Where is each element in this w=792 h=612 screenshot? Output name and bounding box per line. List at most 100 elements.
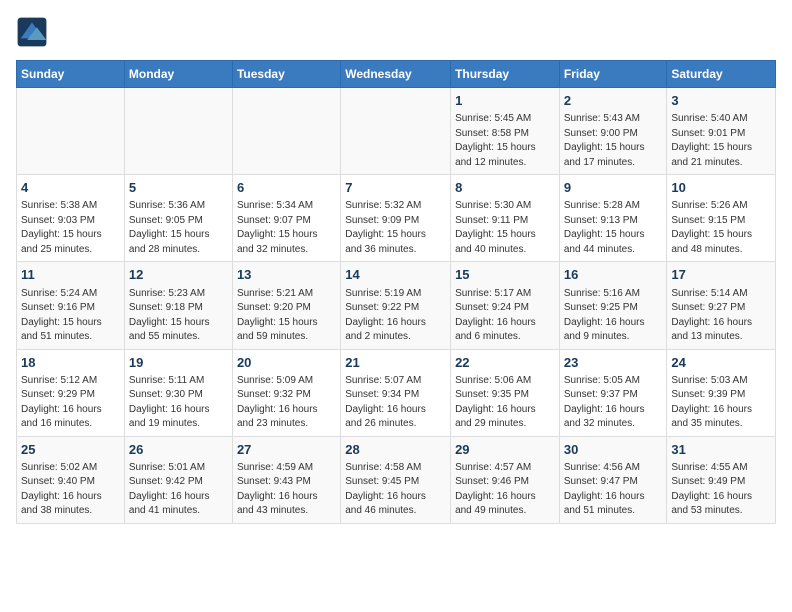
- calendar-cell: 4 Sunrise: 5:38 AM Sunset: 9:03 PM Daylig…: [17, 175, 125, 262]
- calendar-cell: 24 Sunrise: 5:03 AM Sunset: 9:39 PM Dayli…: [667, 349, 776, 436]
- day-number: 10: [671, 179, 771, 197]
- day-number: 17: [671, 266, 771, 284]
- day-number: 6: [237, 179, 336, 197]
- day-info: Sunrise: 4:56 AM Sunset: 9:47 PM Dayligh…: [564, 461, 663, 519]
- day-info: Sunrise: 5:14 AM Sunset: 9:27 PM Dayligh…: [671, 287, 771, 345]
- day-number: 2: [564, 92, 663, 110]
- day-number: 25: [21, 441, 120, 459]
- day-info: Sunrise: 5:45 AM Sunset: 8:58 PM Dayligh…: [455, 112, 555, 170]
- day-number: 4: [21, 179, 120, 197]
- calendar-cell: 20 Sunrise: 5:09 AM Sunset: 9:32 PM Dayli…: [232, 349, 340, 436]
- day-info: Sunrise: 5:30 AM Sunset: 9:11 PM Dayligh…: [455, 199, 555, 257]
- day-info: Sunrise: 5:38 AM Sunset: 9:03 PM Dayligh…: [21, 199, 120, 257]
- day-info: Sunrise: 5:28 AM Sunset: 9:13 PM Dayligh…: [564, 199, 663, 257]
- calendar-cell: 19 Sunrise: 5:11 AM Sunset: 9:30 PM Dayli…: [124, 349, 232, 436]
- day-number: 15: [455, 266, 555, 284]
- calendar-cell: 25 Sunrise: 5:02 AM Sunset: 9:40 PM Dayli…: [17, 436, 125, 523]
- calendar-cell: 31Sunrise: 4:55 AM Sunset: 9:49 PM Dayli…: [667, 436, 776, 523]
- day-info: Sunrise: 5:17 AM Sunset: 9:24 PM Dayligh…: [455, 287, 555, 345]
- calendar-cell: 17 Sunrise: 5:14 AM Sunset: 9:27 PM Dayli…: [667, 262, 776, 349]
- day-info: Sunrise: 5:36 AM Sunset: 9:05 PM Dayligh…: [129, 199, 228, 257]
- calendar-cell: 1Sunrise: 5:45 AM Sunset: 8:58 PM Daylig…: [451, 88, 560, 175]
- day-number: 12: [129, 266, 228, 284]
- day-info: Sunrise: 5:32 AM Sunset: 9:09 PM Dayligh…: [345, 199, 446, 257]
- day-info: Sunrise: 5:03 AM Sunset: 9:39 PM Dayligh…: [671, 374, 771, 432]
- day-info: Sunrise: 5:01 AM Sunset: 9:42 PM Dayligh…: [129, 461, 228, 519]
- day-info: Sunrise: 4:57 AM Sunset: 9:46 PM Dayligh…: [455, 461, 555, 519]
- calendar-cell: 6 Sunrise: 5:34 AM Sunset: 9:07 PM Daylig…: [232, 175, 340, 262]
- day-info: Sunrise: 5:09 AM Sunset: 9:32 PM Dayligh…: [237, 374, 336, 432]
- calendar-cell: 26 Sunrise: 5:01 AM Sunset: 9:42 PM Dayli…: [124, 436, 232, 523]
- calendar-cell: 29Sunrise: 4:57 AM Sunset: 9:46 PM Dayli…: [451, 436, 560, 523]
- calendar-cell: 30 Sunrise: 4:56 AM Sunset: 9:47 PM Dayli…: [559, 436, 667, 523]
- day-info: Sunrise: 5:16 AM Sunset: 9:25 PM Dayligh…: [564, 287, 663, 345]
- header-sunday: Sunday: [17, 61, 125, 88]
- day-number: 26: [129, 441, 228, 459]
- day-info: Sunrise: 5:07 AM Sunset: 9:34 PM Dayligh…: [345, 374, 446, 432]
- week-row-5: 25 Sunrise: 5:02 AM Sunset: 9:40 PM Dayli…: [17, 436, 776, 523]
- header-friday: Friday: [559, 61, 667, 88]
- day-info: Sunrise: 5:40 AM Sunset: 9:01 PM Dayligh…: [671, 112, 771, 170]
- week-row-1: 1Sunrise: 5:45 AM Sunset: 8:58 PM Daylig…: [17, 88, 776, 175]
- day-info: Sunrise: 5:02 AM Sunset: 9:40 PM Dayligh…: [21, 461, 120, 519]
- day-number: 9: [564, 179, 663, 197]
- week-row-4: 18Sunrise: 5:12 AM Sunset: 9:29 PM Dayli…: [17, 349, 776, 436]
- logo-icon: [16, 16, 48, 48]
- page-header: [16, 16, 776, 48]
- day-info: Sunrise: 5:34 AM Sunset: 9:07 PM Dayligh…: [237, 199, 336, 257]
- day-info: Sunrise: 5:05 AM Sunset: 9:37 PM Dayligh…: [564, 374, 663, 432]
- day-number: 23: [564, 354, 663, 372]
- calendar-cell: 13 Sunrise: 5:21 AM Sunset: 9:20 PM Dayli…: [232, 262, 340, 349]
- calendar-cell: 16 Sunrise: 5:16 AM Sunset: 9:25 PM Dayli…: [559, 262, 667, 349]
- calendar-cell: 28 Sunrise: 4:58 AM Sunset: 9:45 PM Dayli…: [341, 436, 451, 523]
- day-info: Sunrise: 5:24 AM Sunset: 9:16 PM Dayligh…: [21, 287, 120, 345]
- calendar-cell: [17, 88, 125, 175]
- calendar-cell: [232, 88, 340, 175]
- logo: [16, 16, 52, 48]
- day-info: Sunrise: 5:06 AM Sunset: 9:35 PM Dayligh…: [455, 374, 555, 432]
- day-info: Sunrise: 5:21 AM Sunset: 9:20 PM Dayligh…: [237, 287, 336, 345]
- day-number: 11: [21, 266, 120, 284]
- day-number: 13: [237, 266, 336, 284]
- calendar-cell: 18Sunrise: 5:12 AM Sunset: 9:29 PM Dayli…: [17, 349, 125, 436]
- day-number: 3: [671, 92, 771, 110]
- header-thursday: Thursday: [451, 61, 560, 88]
- day-info: Sunrise: 5:26 AM Sunset: 9:15 PM Dayligh…: [671, 199, 771, 257]
- day-number: 22: [455, 354, 555, 372]
- day-info: Sunrise: 4:58 AM Sunset: 9:45 PM Dayligh…: [345, 461, 446, 519]
- day-number: 14: [345, 266, 446, 284]
- header-monday: Monday: [124, 61, 232, 88]
- calendar-cell: 22 Sunrise: 5:06 AM Sunset: 9:35 PM Dayli…: [451, 349, 560, 436]
- day-number: 8: [455, 179, 555, 197]
- calendar-cell: 15 Sunrise: 5:17 AM Sunset: 9:24 PM Dayli…: [451, 262, 560, 349]
- calendar-cell: 3 Sunrise: 5:40 AM Sunset: 9:01 PM Daylig…: [667, 88, 776, 175]
- calendar-cell: 9 Sunrise: 5:28 AM Sunset: 9:13 PM Daylig…: [559, 175, 667, 262]
- header-wednesday: Wednesday: [341, 61, 451, 88]
- calendar-cell: 2Sunrise: 5:43 AM Sunset: 9:00 PM Daylig…: [559, 88, 667, 175]
- calendar-header-row: SundayMondayTuesdayWednesdayThursdayFrid…: [17, 61, 776, 88]
- day-number: 21: [345, 354, 446, 372]
- header-tuesday: Tuesday: [232, 61, 340, 88]
- day-number: 7: [345, 179, 446, 197]
- calendar-cell: 27Sunrise: 4:59 AM Sunset: 9:43 PM Dayli…: [232, 436, 340, 523]
- day-number: 28: [345, 441, 446, 459]
- day-number: 20: [237, 354, 336, 372]
- calendar-cell: 5 Sunrise: 5:36 AM Sunset: 9:05 PM Daylig…: [124, 175, 232, 262]
- calendar-cell: 7 Sunrise: 5:32 AM Sunset: 9:09 PM Daylig…: [341, 175, 451, 262]
- calendar-cell: 14 Sunrise: 5:19 AM Sunset: 9:22 PM Dayli…: [341, 262, 451, 349]
- day-number: 30: [564, 441, 663, 459]
- day-info: Sunrise: 5:11 AM Sunset: 9:30 PM Dayligh…: [129, 374, 228, 432]
- day-number: 5: [129, 179, 228, 197]
- day-info: Sunrise: 5:19 AM Sunset: 9:22 PM Dayligh…: [345, 287, 446, 345]
- day-number: 16: [564, 266, 663, 284]
- day-number: 27: [237, 441, 336, 459]
- calendar-cell: [341, 88, 451, 175]
- calendar-cell: 23 Sunrise: 5:05 AM Sunset: 9:37 PM Dayli…: [559, 349, 667, 436]
- day-info: Sunrise: 5:23 AM Sunset: 9:18 PM Dayligh…: [129, 287, 228, 345]
- calendar-cell: 8 Sunrise: 5:30 AM Sunset: 9:11 PM Daylig…: [451, 175, 560, 262]
- day-number: 19: [129, 354, 228, 372]
- week-row-3: 11 Sunrise: 5:24 AM Sunset: 9:16 PM Dayli…: [17, 262, 776, 349]
- calendar-cell: 11 Sunrise: 5:24 AM Sunset: 9:16 PM Dayli…: [17, 262, 125, 349]
- week-row-2: 4 Sunrise: 5:38 AM Sunset: 9:03 PM Daylig…: [17, 175, 776, 262]
- day-number: 24: [671, 354, 771, 372]
